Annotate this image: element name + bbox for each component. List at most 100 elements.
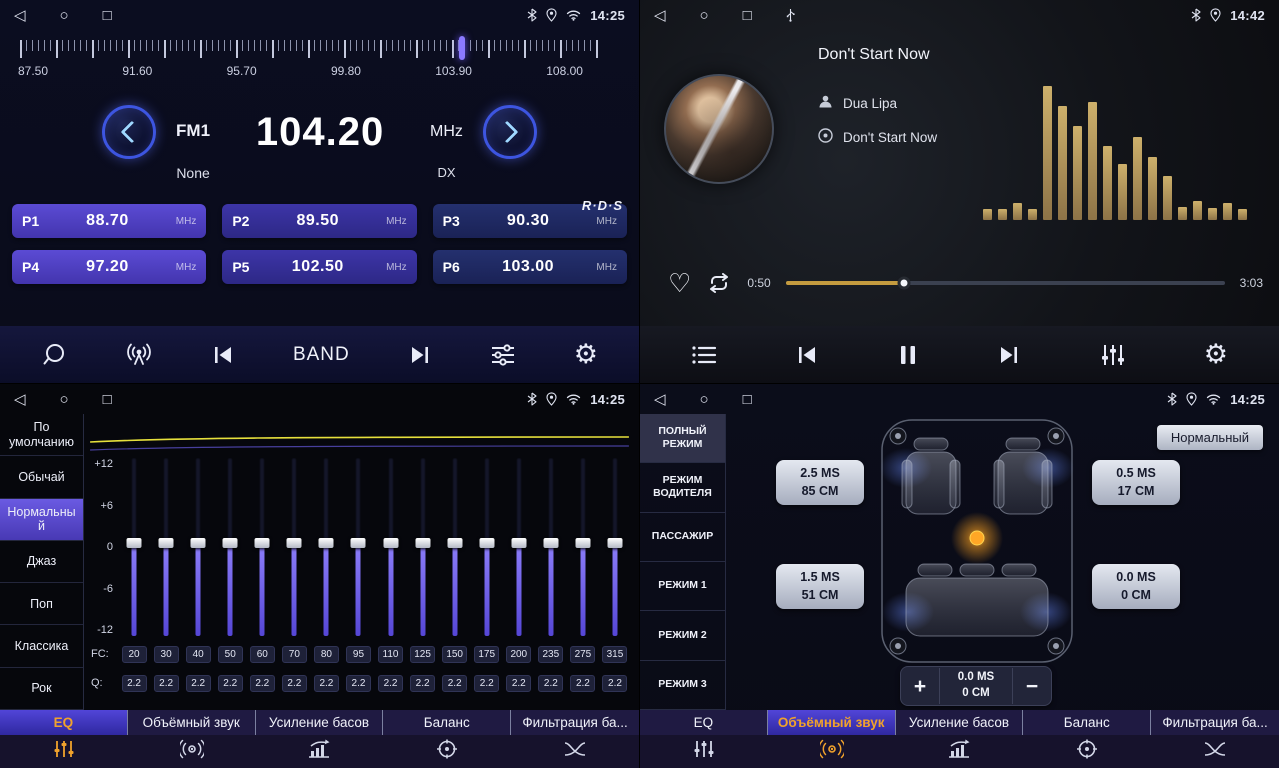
slider-handle[interactable]: [543, 538, 558, 548]
nav-recents-button[interactable]: □: [743, 392, 752, 407]
nav-home-button[interactable]: ○: [700, 8, 709, 23]
slider-handle[interactable]: [607, 538, 622, 548]
eq-band-slider[interactable]: [535, 458, 567, 636]
nav-back-button[interactable]: ◁: [14, 392, 26, 407]
band-button[interactable]: BAND: [293, 344, 350, 366]
seek-down-button[interactable]: [102, 105, 156, 159]
surround-mode-item[interactable]: ПОЛНЫЙ РЕЖИМ: [640, 414, 725, 463]
eq-preset-item[interactable]: По умолчанию: [0, 414, 83, 456]
previous-track-icon[interactable]: [795, 343, 819, 367]
delay-front-right[interactable]: 0.5 MS 17 CM: [1092, 460, 1180, 505]
repeat-icon[interactable]: [706, 273, 732, 293]
next-track-icon[interactable]: [997, 343, 1021, 367]
band-q-value: 2.2: [471, 675, 503, 692]
tab-filter[interactable]: Фильтрация ба...: [511, 710, 639, 768]
radio-preset-p4[interactable]: P4 97.20 MHz: [12, 250, 206, 284]
tab-balance[interactable]: Баланс: [383, 710, 511, 768]
eq-band-slider[interactable]: [503, 458, 535, 636]
nav-home-button[interactable]: ○: [700, 392, 709, 407]
eq-band-slider[interactable]: [567, 458, 599, 636]
eq-band-slider[interactable]: [407, 458, 439, 636]
delay-increase-button[interactable]: +: [901, 676, 939, 697]
eq-band-slider[interactable]: [599, 458, 631, 636]
nav-home-button[interactable]: ○: [60, 8, 69, 23]
nav-recents-button[interactable]: □: [103, 8, 112, 23]
tab-bass-boost[interactable]: Усиление басов: [256, 710, 384, 768]
eq-preset-item[interactable]: Классика: [0, 625, 83, 667]
sound-preset-button[interactable]: Нормальный: [1157, 425, 1263, 450]
tuning-indicator[interactable]: [459, 36, 465, 60]
nav-recents-button[interactable]: □: [743, 8, 752, 23]
slider-handle[interactable]: [575, 538, 590, 548]
delay-rear-right[interactable]: 0.0 MS 0 CM: [1092, 564, 1180, 609]
playlist-icon[interactable]: [691, 344, 717, 366]
surround-mode-item[interactable]: ПАССАЖИР: [640, 513, 725, 562]
eq-band-slider[interactable]: [182, 458, 214, 636]
surround-mode-item[interactable]: РЕЖИМ ВОДИТЕЛЯ: [640, 463, 725, 512]
eq-band-slider[interactable]: [278, 458, 310, 636]
surround-mode-item[interactable]: РЕЖИМ 2: [640, 611, 725, 660]
delay-front-left[interactable]: 2.5 MS 85 CM: [776, 460, 864, 505]
surround-mode-item[interactable]: РЕЖИМ 1: [640, 562, 725, 611]
nav-home-button[interactable]: ○: [60, 392, 69, 407]
tab-eq[interactable]: EQ: [0, 710, 128, 768]
eq-preset-item[interactable]: Обычай: [0, 456, 83, 498]
nav-recents-button[interactable]: □: [103, 392, 112, 407]
slider-handle[interactable]: [127, 538, 142, 548]
eq-preset-item[interactable]: Рок: [0, 668, 83, 710]
slider-handle[interactable]: [415, 538, 430, 548]
seek-bar[interactable]: [786, 281, 1225, 285]
seek-up-button[interactable]: [483, 105, 537, 159]
tab-filter[interactable]: Фильтрация ба...: [1151, 710, 1279, 768]
radio-preset-p5[interactable]: P5 102.50 MHz: [222, 250, 416, 284]
tab-bass-boost[interactable]: Усиление басов: [896, 710, 1024, 768]
eq-band-slider[interactable]: [439, 458, 471, 636]
eq-preset-item[interactable]: Нормальный: [0, 499, 83, 541]
favorite-heart-icon[interactable]: ♡: [668, 270, 691, 296]
tab-surround[interactable]: Объёмный звук: [768, 710, 896, 768]
tab-eq[interactable]: EQ: [640, 710, 768, 768]
slider-handle[interactable]: [287, 538, 302, 548]
radio-preset-p2[interactable]: P2 89.50 MHz: [222, 204, 416, 238]
slider-handle[interactable]: [319, 538, 334, 548]
settings-gear-icon[interactable]: ⚙: [574, 341, 598, 368]
nav-back-button[interactable]: ◁: [654, 8, 666, 23]
equalizer-faders-icon[interactable]: [1100, 343, 1126, 367]
scan-icon[interactable]: [41, 342, 67, 368]
slider-handle[interactable]: [191, 538, 206, 548]
surround-mode-item[interactable]: РЕЖИМ 3: [640, 661, 725, 710]
tuner-settings-sliders-icon[interactable]: [490, 343, 516, 367]
eq-preset-item[interactable]: Джаз: [0, 541, 83, 583]
eq-band-slider[interactable]: [246, 458, 278, 636]
previous-station-icon[interactable]: [211, 343, 235, 367]
settings-gear-icon[interactable]: ⚙: [1204, 341, 1228, 368]
slider-handle[interactable]: [255, 538, 270, 548]
slider-handle[interactable]: [383, 538, 398, 548]
eq-band-slider[interactable]: [214, 458, 246, 636]
slider-handle[interactable]: [479, 538, 494, 548]
next-station-icon[interactable]: [408, 343, 432, 367]
radio-preset-p6[interactable]: P6 103.00 MHz: [433, 250, 627, 284]
broadcast-antenna-icon[interactable]: [125, 342, 153, 368]
slider-handle[interactable]: [511, 538, 526, 548]
slider-handle[interactable]: [223, 538, 238, 548]
eq-preset-item[interactable]: Поп: [0, 583, 83, 625]
nav-back-button[interactable]: ◁: [14, 8, 26, 23]
delay-rear-left[interactable]: 1.5 MS 51 CM: [776, 564, 864, 609]
seek-bar-knob[interactable]: [898, 277, 911, 290]
slider-handle[interactable]: [159, 538, 174, 548]
pause-icon[interactable]: [897, 343, 919, 367]
eq-band-slider[interactable]: [342, 458, 374, 636]
tab-surround[interactable]: Объёмный звук: [128, 710, 256, 768]
delay-decrease-button[interactable]: −: [1013, 676, 1051, 697]
eq-band-slider[interactable]: [375, 458, 407, 636]
eq-band-slider[interactable]: [471, 458, 503, 636]
eq-band-slider[interactable]: [150, 458, 182, 636]
tab-balance[interactable]: Баланс: [1023, 710, 1151, 768]
eq-band-slider[interactable]: [310, 458, 342, 636]
radio-preset-p1[interactable]: P1 88.70 MHz: [12, 204, 206, 238]
eq-band-slider[interactable]: [118, 458, 150, 636]
slider-handle[interactable]: [351, 538, 366, 548]
nav-back-button[interactable]: ◁: [654, 392, 666, 407]
slider-handle[interactable]: [447, 538, 462, 548]
